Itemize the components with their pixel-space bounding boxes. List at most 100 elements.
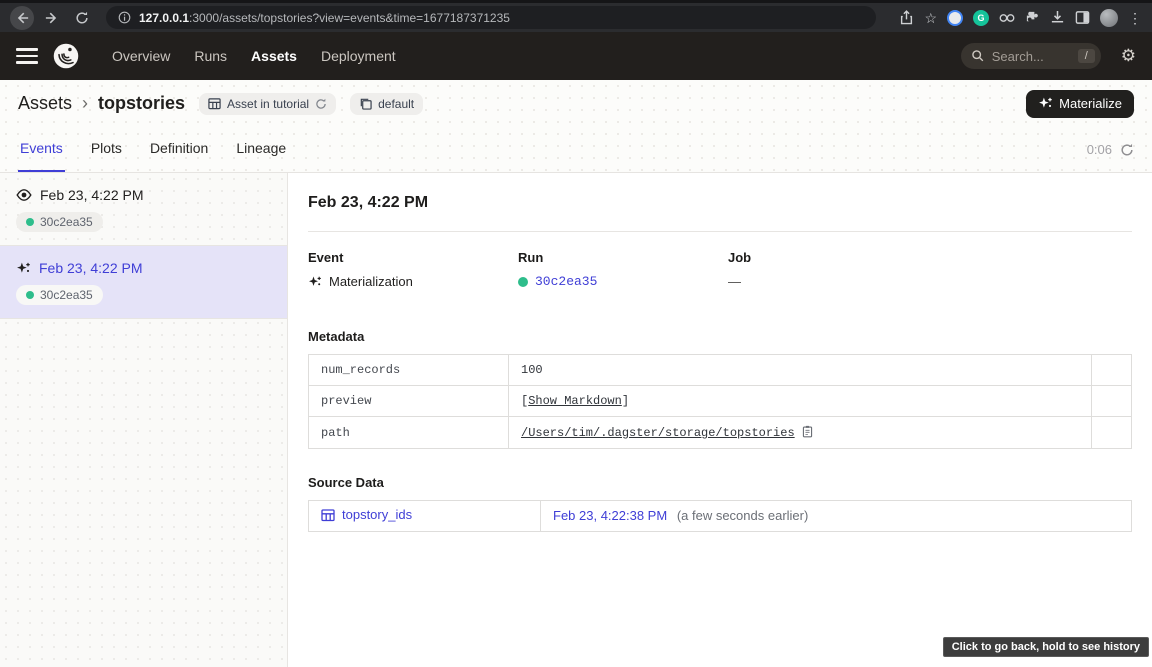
materialize-button[interactable]: Materialize [1026, 90, 1134, 118]
run-status-dot [26, 291, 34, 299]
event-info-row: Event Materialization Run 30c2ea35 Job — [308, 232, 1132, 289]
source-asset-link[interactable]: topstory_ids [321, 507, 412, 522]
refresh-icon[interactable] [315, 98, 327, 110]
source-data-table: topstory_ids Feb 23, 4:22:38 PM (a few s… [308, 500, 1132, 532]
tab-plots[interactable]: Plots [89, 127, 124, 172]
back-arrow-icon [15, 11, 29, 25]
metadata-section: Metadata num_records 100 preview [Show M… [308, 329, 1132, 449]
browser-forward-button[interactable] [40, 6, 64, 30]
metadata-key: path [309, 417, 509, 449]
source-asset-cell: topstory_ids [309, 501, 541, 532]
sidebar-panel-icon[interactable] [1075, 10, 1090, 25]
search-icon [971, 49, 985, 63]
sparkle-icon [308, 275, 322, 289]
event-time: Feb 23, 4:22 PM [40, 187, 144, 203]
show-markdown-link[interactable]: Show Markdown [528, 394, 622, 408]
copy-to-clipboard-icon[interactable] [801, 425, 814, 438]
table-row: path /Users/tim/.dagster/storage/topstor… [309, 417, 1132, 449]
nav-item-assets[interactable]: Assets [241, 42, 307, 70]
metadata-value: /Users/tim/.dagster/storage/topstories [509, 417, 1092, 449]
event-list-item-observation[interactable]: Feb 23, 4:22 PM 30c2ea35 [0, 173, 287, 246]
settings-gear-icon[interactable]: ⚙ [1121, 46, 1136, 66]
breadcrumb-current-asset: topstories [98, 93, 185, 114]
browser-reload-button[interactable] [70, 6, 94, 30]
browser-action-icons: ☆ G ⋮ [899, 9, 1142, 27]
table-row: preview [Show Markdown] [309, 386, 1132, 417]
dagster-logo[interactable] [52, 42, 80, 70]
back-button-tooltip: Click to go back, hold to see history [943, 637, 1149, 657]
goggles-icon[interactable] [999, 12, 1015, 24]
tab-events[interactable]: Events [18, 127, 65, 172]
breadcrumb-assets-link[interactable]: Assets [18, 93, 72, 114]
run-id-label: 30c2ea35 [40, 288, 93, 302]
app-window: 127.0.0.1:3000/assets/topstories?view=ev… [0, 0, 1152, 667]
grammarly-icon[interactable]: G [973, 10, 989, 26]
run-status-dot [518, 277, 528, 287]
profile-avatar[interactable] [1100, 9, 1118, 27]
event-list-item-materialization[interactable]: Feb 23, 4:22 PM 30c2ea35 [0, 246, 287, 319]
search-placeholder: Search... [992, 49, 1071, 64]
event-column: Event Materialization [308, 250, 518, 289]
run-id-label: 30c2ea35 [40, 215, 93, 229]
asset-group-badge[interactable]: Asset in tutorial [199, 93, 336, 115]
job-empty-value: — [728, 274, 741, 289]
asset-grid-icon [321, 508, 335, 522]
metadata-key: num_records [309, 355, 509, 386]
event-detail-panel: Feb 23, 4:22 PM Event Materialization Ru… [288, 173, 1152, 667]
asset-events-content: Feb 23, 4:22 PM 30c2ea35 Feb 23, 4:22 PM… [0, 173, 1152, 667]
table-row: num_records 100 [309, 355, 1132, 386]
extension-icon[interactable] [947, 10, 963, 26]
site-info-icon[interactable] [118, 11, 131, 24]
nav-item-overview[interactable]: Overview [102, 42, 180, 70]
event-type-value: Materialization [329, 274, 413, 289]
source-timestamp-link[interactable]: Feb 23, 4:22:38 PM [553, 508, 667, 523]
run-id-link[interactable]: 30c2ea35 [535, 274, 597, 289]
metadata-value: [Show Markdown] [509, 386, 1092, 417]
tab-definition[interactable]: Definition [148, 127, 210, 172]
run-status-dot [26, 218, 34, 226]
refresh-icon[interactable] [1120, 143, 1134, 157]
metadata-empty-cell [1092, 417, 1132, 449]
path-link[interactable]: /Users/tim/.dagster/storage/topstories [521, 426, 795, 440]
browser-toolbar: 127.0.0.1:3000/assets/topstories?view=ev… [0, 0, 1152, 32]
job-column-label: Job [728, 250, 938, 265]
sparkle-icon [16, 261, 31, 276]
job-column: Job — [728, 250, 938, 289]
code-location-label: default [378, 97, 414, 111]
address-bar[interactable]: 127.0.0.1:3000/assets/topstories?view=ev… [106, 6, 876, 29]
bookmark-star-icon[interactable]: ☆ [924, 11, 937, 25]
event-list-sidebar: Feb 23, 4:22 PM 30c2ea35 Feb 23, 4:22 PM… [0, 173, 288, 667]
breadcrumb-separator: › [82, 93, 88, 114]
asset-grid-icon [208, 97, 221, 110]
hamburger-menu-icon[interactable] [16, 48, 38, 64]
materialize-button-label: Materialize [1059, 96, 1122, 111]
bracket: ] [622, 394, 629, 408]
forward-arrow-icon [45, 11, 59, 25]
source-time-cell: Feb 23, 4:22:38 PM (a few seconds earlie… [541, 501, 1132, 532]
run-id-tag[interactable]: 30c2ea35 [16, 285, 103, 305]
source-data-section: Source Data topstory_ids Feb 23, 4:22:38… [308, 475, 1132, 532]
browser-back-button[interactable] [10, 6, 34, 30]
share-icon[interactable] [899, 10, 914, 25]
refresh-countdown: 0:06 [1087, 142, 1112, 157]
download-icon[interactable] [1050, 10, 1065, 25]
nav-item-deployment[interactable]: Deployment [311, 42, 406, 70]
event-column-label: Event [308, 250, 518, 265]
tab-lineage[interactable]: Lineage [234, 127, 288, 172]
source-time-note: (a few seconds earlier) [677, 508, 809, 523]
search-input[interactable]: Search... / [961, 43, 1101, 69]
browser-menu-icon[interactable]: ⋮ [1128, 11, 1142, 25]
code-location-badge[interactable]: default [350, 93, 423, 115]
asset-page-header: Assets › topstories Asset in tutorial de… [0, 80, 1152, 173]
event-detail-title: Feb 23, 4:22 PM [308, 173, 1132, 231]
asset-tabs: Events Plots Definition Lineage 0:06 [0, 127, 1152, 173]
asset-group-label: Asset in tutorial [227, 97, 309, 111]
nav-item-runs[interactable]: Runs [184, 42, 237, 70]
run-column-label: Run [518, 250, 728, 265]
search-shortcut-badge: / [1078, 49, 1095, 63]
puzzle-icon[interactable] [1025, 10, 1040, 25]
url-text: 127.0.0.1:3000/assets/topstories?view=ev… [139, 11, 510, 25]
metadata-heading: Metadata [308, 329, 1132, 344]
run-id-tag[interactable]: 30c2ea35 [16, 212, 103, 232]
metadata-key: preview [309, 386, 509, 417]
